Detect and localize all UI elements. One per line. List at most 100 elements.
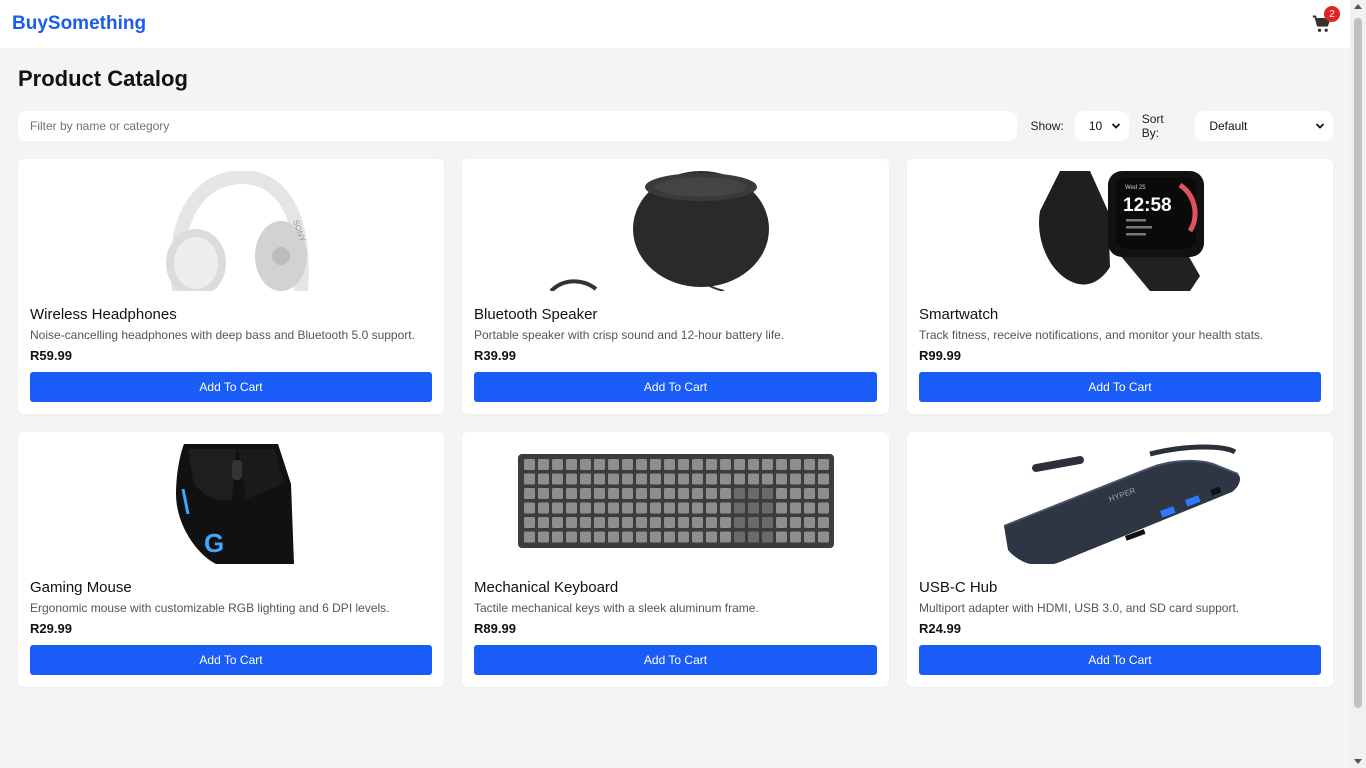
add-to-cart-button[interactable]: Add To Cart (30, 372, 432, 402)
keyboard-key (719, 473, 731, 485)
keyboard-key (761, 459, 773, 470)
keyboard-key (677, 488, 689, 499)
keyboard-key (817, 459, 829, 470)
keyboard-key (705, 488, 717, 499)
sort-select[interactable]: Default (1195, 111, 1334, 141)
add-to-cart-button[interactable]: Add To Cart (474, 645, 877, 675)
keyboard-key (761, 488, 773, 499)
keyboard-key (635, 502, 647, 514)
page-scrollbar[interactable] (1350, 0, 1366, 768)
keyboard-key (607, 473, 619, 485)
product-card: Bluetooth Speaker Portable speaker with … (462, 159, 889, 414)
keyboard-key (607, 488, 619, 499)
keyboard-key (761, 517, 773, 528)
keyboard-key (733, 488, 745, 499)
keyboard-key (677, 459, 689, 470)
keyboard-key (593, 502, 605, 514)
product-description: Tactile mechanical keys with a sleek alu… (474, 601, 759, 615)
show-select[interactable]: 10 (1074, 111, 1129, 141)
page-title: Product Catalog (18, 66, 188, 91)
chevron-down-icon (1111, 123, 1120, 129)
product-card: Mechanical Keyboard Tactile mechanical k… (462, 432, 889, 687)
product-name[interactable]: Smartwatch (919, 306, 1321, 323)
keyboard-key (523, 517, 535, 528)
keyboard-key (663, 459, 675, 470)
keyboard-key (719, 459, 731, 470)
keyboard-key (523, 473, 535, 485)
keyboard-key (733, 517, 745, 528)
keyboard-key (691, 531, 703, 543)
keyboard-key (817, 488, 829, 499)
keyboard-key (803, 502, 815, 514)
keyboard-key (551, 517, 563, 528)
add-to-cart-button[interactable]: Add To Cart (30, 645, 432, 675)
add-to-cart-button[interactable]: Add To Cart (919, 645, 1321, 675)
keyboard-key (817, 517, 829, 528)
keyboard-key (775, 517, 787, 528)
keyboard-key (537, 502, 549, 514)
keyboard-key (607, 459, 619, 470)
product-description: Track fitness, receive notifications, an… (919, 328, 1264, 342)
keyboard-key (649, 502, 661, 514)
keyboard-key (579, 531, 591, 543)
product-description: Ergonomic mouse with customizable RGB li… (30, 601, 390, 615)
keyboard-key (579, 502, 591, 514)
cart-button[interactable]: 2 (1312, 6, 1340, 34)
add-to-cart-button[interactable]: Add To Cart (919, 372, 1321, 402)
keyboard-key (761, 502, 773, 514)
keyboard-key (579, 488, 591, 499)
keyboard-key (523, 459, 535, 470)
product-price: R59.99 (30, 348, 72, 363)
keyboard-key (747, 459, 759, 470)
keyboard-key (719, 531, 731, 543)
scroll-thumb[interactable] (1354, 18, 1362, 708)
keyboard-key (803, 459, 815, 470)
keyboard-key (621, 531, 633, 543)
product-price: R89.99 (474, 621, 516, 636)
brand-logo[interactable]: BuySomething (12, 13, 146, 35)
keyboard-key (579, 517, 591, 528)
keyboard-image (517, 454, 834, 548)
cart-count-badge: 2 (1324, 6, 1340, 22)
product-description: Multiport adapter with HDMI, USB 3.0, an… (919, 601, 1240, 615)
keyboard-key (691, 502, 703, 514)
keyboard-key (663, 488, 675, 499)
keyboard-key (649, 488, 661, 499)
keyboard-key (789, 502, 801, 514)
keyboard-key (789, 473, 801, 485)
keyboard-key (649, 517, 661, 528)
product-price: R29.99 (30, 621, 72, 636)
keyboard-key (733, 473, 745, 485)
add-to-cart-button[interactable]: Add To Cart (474, 372, 877, 402)
keyboard-key (593, 488, 605, 499)
product-name[interactable]: Bluetooth Speaker (474, 306, 877, 323)
keyboard-key (747, 488, 759, 499)
product-image (474, 171, 877, 291)
keyboard-key (607, 517, 619, 528)
product-image: G (30, 444, 432, 564)
keyboard-key (677, 502, 689, 514)
product-card: SONY Wireless Headphones Noise-cancellin… (18, 159, 444, 414)
keyboard-key (593, 473, 605, 485)
keyboard-key (775, 459, 787, 470)
keyboard-key (719, 502, 731, 514)
product-name[interactable]: Wireless Headphones (30, 306, 432, 323)
headphones-image: SONY (166, 171, 309, 291)
scroll-down-arrow-icon[interactable] (1354, 759, 1362, 764)
keyboard-key (635, 517, 647, 528)
product-name[interactable]: USB-C Hub (919, 579, 1321, 596)
gaming-mouse-image: G (176, 444, 294, 564)
keyboard-key (803, 517, 815, 528)
product-name[interactable]: Mechanical Keyboard (474, 579, 877, 596)
product-card: HYPER USB-C Hub Multiport adapter with H… (907, 432, 1333, 687)
scroll-up-arrow-icon[interactable] (1354, 4, 1362, 9)
filter-input[interactable] (18, 111, 1018, 141)
sort-select-value: Default (1209, 119, 1248, 133)
keyboard-key (691, 459, 703, 470)
keyboard-key (719, 488, 731, 499)
keyboard-key (789, 459, 801, 470)
chevron-down-icon (1315, 123, 1325, 129)
keyboard-key (593, 459, 605, 470)
keyboard-key (677, 517, 689, 528)
product-name[interactable]: Gaming Mouse (30, 579, 432, 596)
